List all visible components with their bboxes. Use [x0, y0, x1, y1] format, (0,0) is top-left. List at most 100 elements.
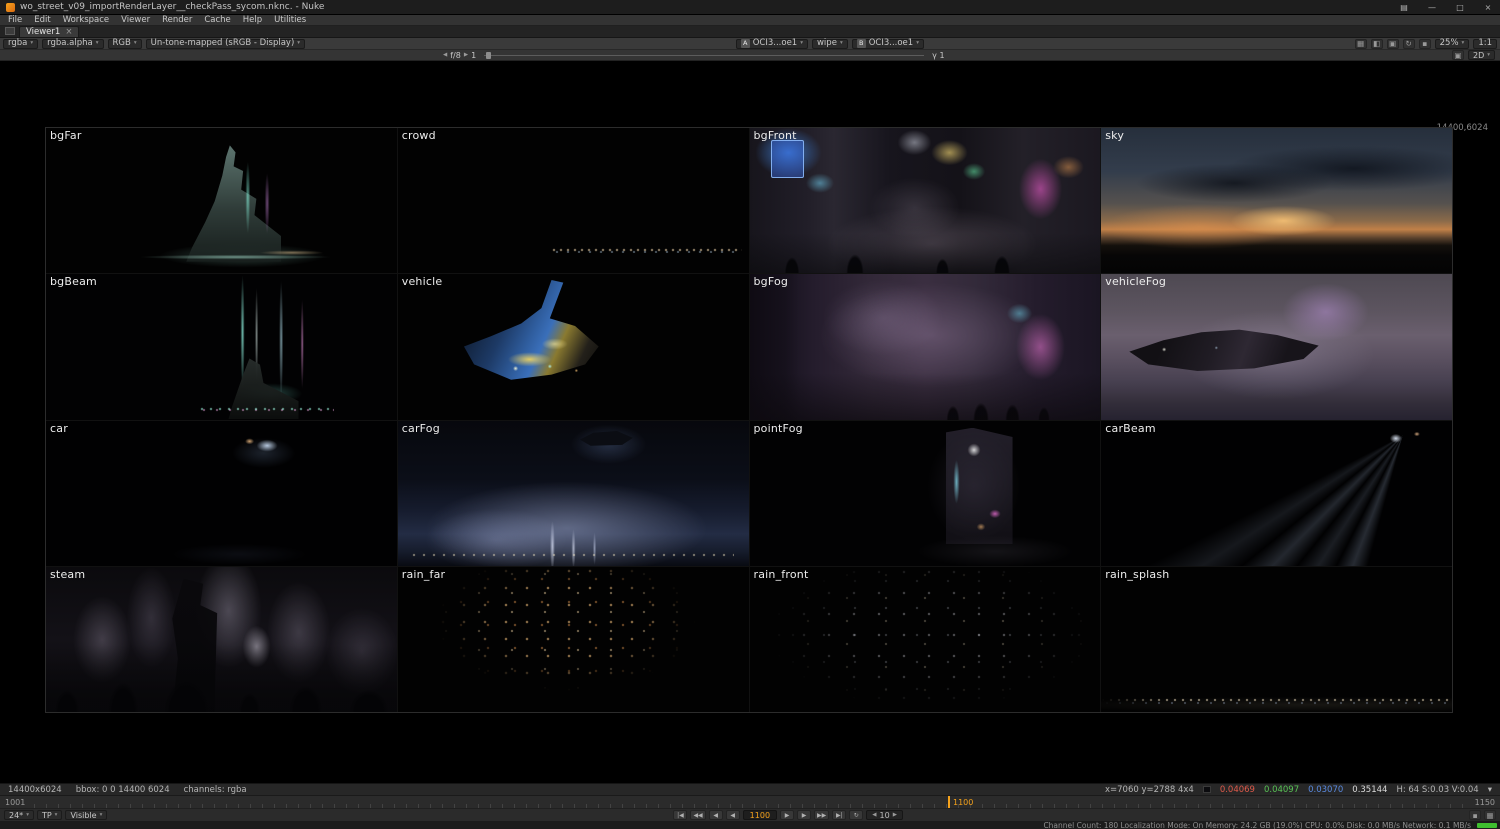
fps-dropdown[interactable]: 24*▾: [4, 810, 34, 820]
chevron-down-icon: ▾: [96, 39, 99, 48]
fullscreen-icon[interactable]: ▦: [1484, 810, 1496, 820]
tab-close-icon[interactable]: ×: [65, 27, 72, 37]
monitor-icon[interactable]: ▤: [1398, 3, 1410, 12]
render-pass-sky: sky: [1101, 128, 1452, 273]
menu-cache[interactable]: Cache: [198, 15, 236, 25]
refresh-icon[interactable]: ↻: [1403, 39, 1415, 49]
channels-value: RGB: [113, 39, 131, 48]
close-button[interactable]: ×: [1482, 3, 1494, 12]
frame-increment-field[interactable]: ◀ 10▶: [866, 810, 903, 820]
viewer-process-dropdown[interactable]: Un-tone-mapped (sRGB - Display)▾: [146, 39, 305, 49]
fps-value: 24*: [9, 811, 23, 820]
step-forward-button[interactable]: ▶: [797, 810, 811, 820]
tp-dropdown[interactable]: TP▾: [37, 810, 62, 820]
play-forward-button[interactable]: ▶: [780, 810, 794, 820]
current-frame-field[interactable]: 1100: [743, 810, 777, 820]
input-a-dropdown[interactable]: AOCI3...oe1▾: [736, 39, 808, 49]
increment-down-icon[interactable]: ◀: [872, 812, 876, 818]
chevron-down-icon: ▾: [840, 39, 843, 48]
menu-viewer[interactable]: Viewer: [115, 15, 156, 25]
grid-icon[interactable]: ▦: [1355, 39, 1367, 49]
menu-render[interactable]: Render: [156, 15, 198, 25]
timeline[interactable]: 1001 1100 1150: [0, 795, 1500, 808]
chevron-down-icon: ▾: [1487, 51, 1490, 60]
chevron-down-icon: ▾: [26, 811, 29, 820]
visibility-dropdown[interactable]: Visible▾: [65, 810, 107, 820]
chevron-down-icon: ▾: [55, 811, 58, 820]
render-pass-rain-far: rain_far: [398, 567, 749, 712]
menu-utilities[interactable]: Utilities: [268, 15, 312, 25]
system-status-text: Channel Count: 180 Localization Mode: On…: [1043, 821, 1471, 829]
maximize-button[interactable]: □: [1454, 3, 1466, 12]
gain-value: 1: [471, 51, 476, 60]
minimize-button[interactable]: —: [1426, 3, 1438, 12]
pass-label: pointFog: [754, 422, 803, 435]
alpha-layer-dropdown[interactable]: rgba.alpha▾: [42, 39, 103, 49]
gain-slider-track: [484, 55, 924, 56]
input-b-dropdown[interactable]: BOCI3...oe1▾: [852, 39, 924, 49]
proxy-toggle[interactable]: 1:1: [1473, 39, 1497, 49]
timeline-ticks: [34, 804, 1466, 808]
tab-row: Viewer1 ×: [0, 26, 1500, 38]
image-bbox: bbox: 0 0 14400 6024: [76, 785, 170, 795]
chevron-down-icon: ▾: [1462, 39, 1465, 48]
chevron-down-icon: ▾: [916, 39, 919, 48]
sample-blue: 0.03070: [1308, 785, 1343, 795]
menu-workspace[interactable]: Workspace: [57, 15, 115, 25]
viewer-canvas[interactable]: 14400,6024 bgFar crowd bgFront sky bgBea…: [0, 61, 1500, 783]
sample-red: 0.04069: [1220, 785, 1255, 795]
input-a-badge: A: [741, 39, 750, 48]
render-pass-bgFog: bgFog: [750, 274, 1101, 419]
color-swatch: [1203, 786, 1211, 793]
proxy-value: 1:1: [1478, 39, 1492, 48]
timeline-playhead-frame: 1100: [953, 798, 973, 807]
image-channels: channels: rgba: [184, 785, 247, 795]
input-a-value: OCI3...oe1: [753, 39, 797, 48]
timeline-playhead[interactable]: [948, 796, 950, 808]
play-backward-button[interactable]: ◀: [726, 810, 740, 820]
image-info-bar: 14400x6024 bbox: 0 0 14400 6024 channels…: [0, 783, 1500, 795]
roi-icon[interactable]: ▣: [1387, 39, 1399, 49]
pane-menu-icon[interactable]: [5, 27, 15, 35]
tab-viewer1-label: Viewer1: [26, 27, 60, 37]
visibility-value: Visible: [70, 811, 96, 820]
chevron-down-icon: ▾: [800, 39, 803, 48]
pass-label: rain_far: [402, 568, 446, 581]
menu-help[interactable]: Help: [237, 15, 268, 25]
wipe-mode-value: wipe: [817, 39, 837, 48]
step-back-button[interactable]: ◀: [709, 810, 723, 820]
gain-slider[interactable]: [484, 50, 924, 60]
zoom-dropdown[interactable]: 25%▾: [1435, 39, 1470, 49]
gamma-display: γ 1: [932, 51, 944, 60]
go-to-end-button[interactable]: ▶|: [832, 810, 846, 820]
layer-dropdown[interactable]: rgba▾: [3, 39, 38, 49]
tab-viewer1[interactable]: Viewer1 ×: [19, 26, 79, 37]
menu-file[interactable]: File: [2, 15, 28, 25]
wipe-icon[interactable]: ◧: [1371, 39, 1383, 49]
gamma-icon[interactable]: ▣: [1452, 50, 1464, 60]
menu-edit[interactable]: Edit: [28, 15, 56, 25]
sample-green: 0.04097: [1264, 785, 1299, 795]
increment-value: 10: [880, 811, 890, 820]
pass-label: bgFog: [754, 275, 789, 288]
channels-dropdown[interactable]: RGB▾: [108, 39, 142, 49]
increment-up-icon[interactable]: ▶: [893, 812, 897, 818]
sample-hsv: H: 64 S:0.03 V:0.04: [1396, 785, 1478, 795]
fstop-increase-icon[interactable]: ▶: [464, 52, 468, 58]
pass-label: bgFront: [754, 129, 797, 142]
fstop-decrease-icon[interactable]: ◀: [443, 52, 447, 58]
render-pass-bgFront: bgFront: [750, 128, 1101, 273]
wipe-mode-dropdown[interactable]: wipe▾: [812, 39, 848, 49]
view-mode-dropdown[interactable]: 2D▾: [1468, 50, 1495, 60]
loop-mode-button[interactable]: ↻: [849, 810, 863, 820]
gain-slider-handle[interactable]: [486, 52, 491, 59]
lock-range-icon[interactable]: ▪: [1469, 810, 1481, 820]
pass-label: rain_splash: [1105, 568, 1169, 581]
next-keyframe-button[interactable]: ▶▶: [814, 810, 829, 820]
chevron-down-icon[interactable]: ▾: [1488, 785, 1492, 795]
go-to-start-button[interactable]: |◀: [673, 810, 687, 820]
pause-icon[interactable]: ▪: [1419, 39, 1431, 49]
pass-label: rain_front: [754, 568, 809, 581]
previous-keyframe-button[interactable]: ◀◀: [690, 810, 705, 820]
fstop-label: f/8: [450, 51, 461, 60]
